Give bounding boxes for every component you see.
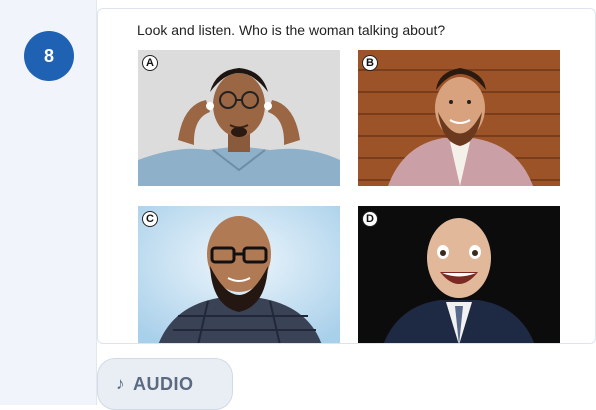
option-d-letter: D	[362, 211, 378, 227]
question-number-badge: 8	[24, 31, 74, 81]
question-rail: 8	[0, 0, 97, 405]
man-headphones-photo	[138, 50, 340, 186]
bearded-man-photo	[358, 50, 560, 186]
option-c-letter: C	[142, 211, 158, 227]
option-a-letter: A	[142, 55, 158, 71]
option-a-image[interactable]: A	[138, 50, 340, 186]
bald-man-smiling-photo	[358, 206, 560, 343]
option-b-image[interactable]: B	[358, 50, 560, 186]
bald-bearded-man-glasses-photo	[138, 206, 340, 343]
option-b-letter: B	[362, 55, 378, 71]
audio-button[interactable]: ♪ AUDIO	[97, 358, 233, 410]
option-d-image[interactable]: D	[358, 206, 560, 343]
music-note-icon: ♪	[116, 374, 125, 393]
question-card: Look and listen. Who is the woman talkin…	[97, 8, 596, 344]
audio-button-label: AUDIO	[133, 373, 194, 394]
option-c-image[interactable]: C	[138, 206, 340, 343]
question-prompt: Look and listen. Who is the woman talkin…	[137, 22, 446, 38]
